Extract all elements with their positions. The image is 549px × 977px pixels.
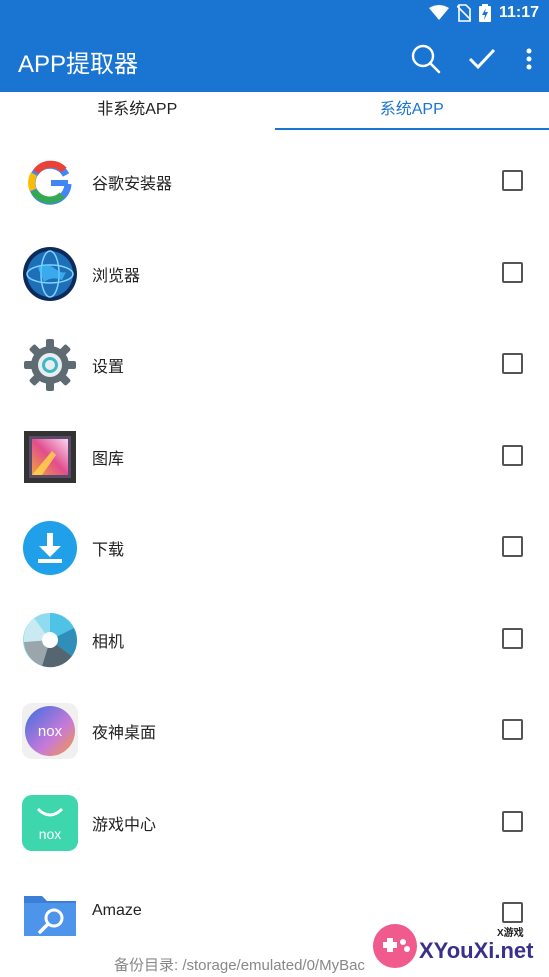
list-item[interactable]: 设置 [0,321,549,413]
tab-non-system-apps[interactable]: 非系统APP [0,92,275,130]
overflow-menu-button[interactable] [521,42,537,76]
no-sim-icon [456,4,471,22]
list-item[interactable]: 图库 [0,413,549,505]
app-checkbox[interactable] [502,353,523,374]
check-icon [468,48,496,70]
app-checkbox[interactable] [502,261,523,283]
download-icon [23,521,77,575]
globe-icon [23,246,77,301]
wifi-icon [428,5,449,20]
list-item[interactable]: nox 游戏中心 [0,779,549,871]
backup-directory-text: 备份目录: /storage/emulated/0/MyBac [114,957,365,974]
app-name: 浏览器 [92,267,141,285]
gear-icon [24,339,76,391]
app-list: 谷歌安装器 浏览器 设置 图库 下载 相机 nox 夜神桌面 nox 游戏中心 … [0,138,549,962]
app-checkbox[interactable] [502,719,523,740]
app-checkbox[interactable] [502,444,523,466]
nox-game-center-icon: nox [22,794,78,851]
status-bar: 11:17 [0,0,549,28]
app-name: 下载 [92,542,125,559]
gamepad-logo-icon [373,924,417,968]
watermark: X游戏 XYouXi.net [371,918,541,972]
app-name: 谷歌安装器 [92,176,173,193]
watermark-text: XYouXi.net [419,938,534,963]
battery-charging-icon [478,4,491,22]
google-icon [28,160,72,205]
app-name: 设置 [92,359,125,376]
gallery-icon [24,430,76,483]
list-item[interactable]: nox 夜神桌面 [0,687,549,779]
app-name: Amaze [92,902,142,919]
status-time: 11:17 [498,4,539,21]
app-name: 图库 [92,450,125,468]
nox-launcher-icon: nox [22,703,78,759]
svg-text:nox: nox [38,723,63,740]
tab-bar: 非系统APP 系统APP [0,92,549,130]
svg-text:nox: nox [39,826,62,842]
camera-aperture-icon [23,612,77,667]
tab-system-apps[interactable]: 系统APP [274,92,549,130]
confirm-button[interactable] [465,42,499,76]
search-button[interactable] [409,42,443,76]
app-checkbox[interactable] [502,627,523,649]
app-checkbox[interactable] [502,536,523,557]
app-name: 相机 [92,633,125,651]
list-item[interactable]: 浏览器 [0,230,549,322]
list-item[interactable]: 谷歌安装器 [0,138,549,230]
status-icons: 11:17 [428,4,539,22]
list-item[interactable]: 下载 [0,504,549,596]
app-checkbox[interactable] [502,810,523,832]
amaze-folder-icon [24,896,76,936]
app-bar: APP提取器 [0,28,549,92]
more-vert-icon [526,48,532,70]
app-checkbox[interactable] [502,170,523,191]
list-item[interactable]: 相机 [0,596,549,688]
search-icon [411,44,441,74]
app-name: 夜神桌面 [92,725,157,742]
page-title: APP提取器 [18,51,139,78]
watermark-small-text: X游戏 [497,928,524,939]
app-name: 游戏中心 [92,816,157,834]
